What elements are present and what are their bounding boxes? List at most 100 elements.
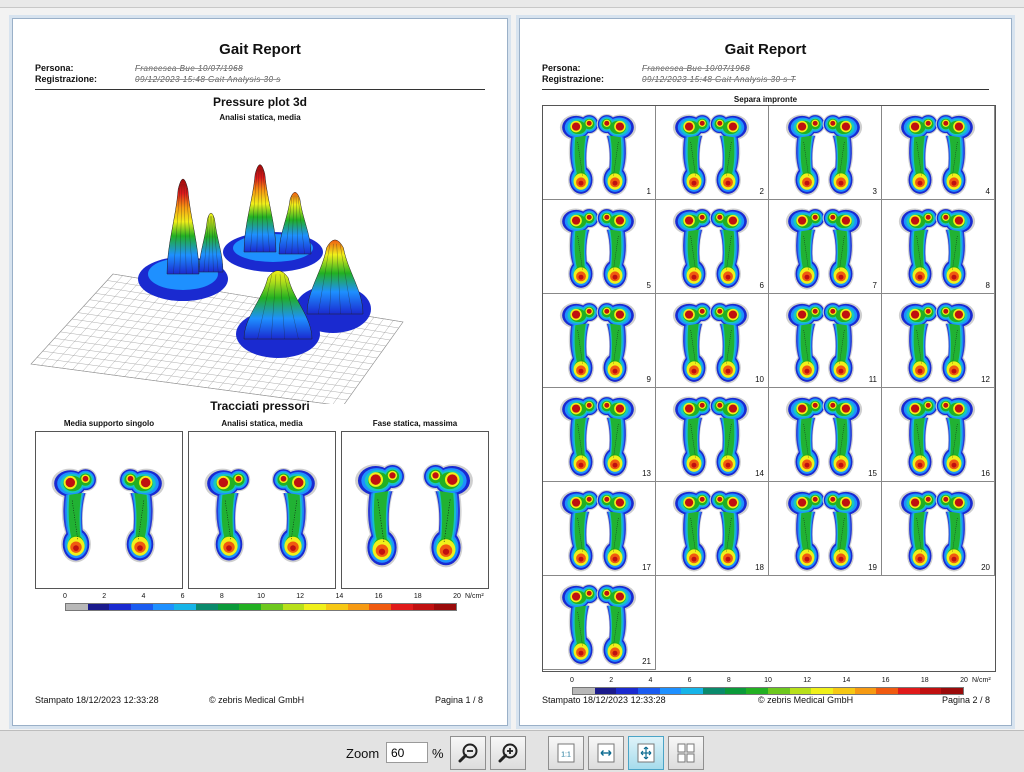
footprint-number: 2 xyxy=(759,187,764,196)
footprint-pair xyxy=(559,490,637,572)
foot-heatmap xyxy=(898,302,939,384)
foot-heatmap xyxy=(709,114,750,196)
foot-heatmap xyxy=(935,208,976,290)
scale-swatch xyxy=(196,604,218,610)
footprint-pair xyxy=(672,208,750,290)
foot-heatmap xyxy=(935,114,976,196)
scale-swatch xyxy=(109,604,132,610)
foot-heatmap xyxy=(785,208,826,290)
scale-swatch xyxy=(282,604,305,610)
report-page-1: Gait Report Persona: Francesca Bue 10/07/… xyxy=(12,18,508,726)
footprint-number: 11 xyxy=(868,375,877,384)
persona-label: Persona: xyxy=(35,63,74,73)
scale-swatch xyxy=(239,604,262,610)
scale-swatch xyxy=(369,604,392,610)
scale-swatch xyxy=(131,604,153,610)
zoom-in-button[interactable] xyxy=(490,736,526,770)
scale-tick-label: 2 xyxy=(102,593,107,600)
scale-tick-labels: 0 2 4 6 8 10 12 14 16 18 20 xyxy=(63,593,461,603)
scale-tick-label: 16 xyxy=(374,593,383,600)
separa-impronte-title: Separa impronte xyxy=(733,95,798,104)
scale-tick-label: 16 xyxy=(881,677,890,684)
zoom-label: Zoom xyxy=(346,746,380,761)
zoom-out-button[interactable] xyxy=(450,736,486,770)
foot-heatmap xyxy=(785,396,826,478)
scale-swatch xyxy=(811,688,834,694)
report-title: Gait Report xyxy=(219,41,301,58)
footprint-number: 1 xyxy=(646,187,651,196)
report-title: Gait Report xyxy=(724,41,807,58)
footprint-pair xyxy=(559,584,637,666)
scale-swatch xyxy=(391,604,413,610)
footprint-cell: 7 xyxy=(769,200,882,294)
scale-swatch xyxy=(152,604,175,610)
footprint-pair xyxy=(898,208,976,290)
fit-page-button[interactable] xyxy=(628,736,664,770)
footprint-cell: 5 xyxy=(543,200,656,294)
scale-tick-label: 4 xyxy=(141,593,146,600)
scale-tick-label: 6 xyxy=(687,677,692,684)
foot-heatmap xyxy=(709,208,750,290)
footprint-number: 19 xyxy=(868,563,877,572)
footprint-cell: 21 xyxy=(543,576,656,670)
foot-heatmap xyxy=(355,463,406,568)
foot-heatmap xyxy=(785,302,826,384)
scale-tick-label: 12 xyxy=(803,677,812,684)
scale-swatch xyxy=(789,688,812,694)
zoom-input[interactable] xyxy=(386,742,428,763)
scale-swatch xyxy=(746,688,769,694)
scale-tick-label: 18 xyxy=(413,593,422,600)
pressure-panel-2 xyxy=(188,431,336,589)
foot-heatmap xyxy=(822,490,863,572)
foot-heatmap xyxy=(822,302,863,384)
scale-swatch xyxy=(87,604,110,610)
footprint-number: 12 xyxy=(981,375,990,384)
footprint-pair xyxy=(672,114,750,196)
multi-page-button[interactable] xyxy=(668,736,704,770)
foot-heatmap xyxy=(822,208,863,290)
foot-heatmap xyxy=(822,114,863,196)
persona-row: Persona: Francesca Bue 10/07/1968 xyxy=(35,63,243,73)
scale-swatch xyxy=(854,688,877,694)
scale-swatch xyxy=(703,688,725,694)
plot3d-subtitle: Analisi statica, media xyxy=(219,113,301,122)
scale-swatch xyxy=(174,604,197,610)
report-page-2: Gait Report Persona: Francesca Bue 10/07/… xyxy=(519,18,1012,726)
registrazione-value: 09/12/2023 15:48 Gait Analysis 30 s T xyxy=(642,75,796,84)
document-viewer[interactable]: Gait Report Persona: Francesca Bue 10/07/… xyxy=(0,8,1024,730)
footprint-cell: 18 xyxy=(656,482,769,576)
registrazione-row: Registrazione: 09/12/2023 15:48 Gait Anal… xyxy=(35,74,281,84)
scale-swatch xyxy=(616,688,639,694)
foot-heatmap xyxy=(596,490,637,572)
footprint-cell: 14 xyxy=(656,388,769,482)
scale-unit-label: N/cm² xyxy=(972,677,991,684)
footer-company: © zebris Medical GmbH xyxy=(758,695,854,705)
scale-unit-label: N/cm² xyxy=(465,593,484,600)
scale-tick-label: 10 xyxy=(257,593,265,600)
foot-heatmap xyxy=(596,302,637,384)
footprint-grid: 1 2 3 4 5 6 7 8 9 10 11 12 13 14 15 16 17 18 19 20 21 xyxy=(542,105,996,672)
foot-heatmap xyxy=(271,467,318,563)
footprint-number: 10 xyxy=(755,375,764,384)
registrazione-label: Registrazione: xyxy=(35,74,98,84)
footprint-cell: 13 xyxy=(543,388,656,482)
foot-heatmap xyxy=(118,467,165,563)
foot-heatmap xyxy=(672,490,713,572)
foot-heatmap xyxy=(596,584,637,666)
footprint-number: 20 xyxy=(981,563,990,572)
foot-heatmap xyxy=(898,114,939,196)
footprint-cell: 6 xyxy=(656,200,769,294)
footprint-number: 21 xyxy=(642,657,651,666)
actual-size-button[interactable]: 1:1 xyxy=(548,736,584,770)
footprint-pair xyxy=(559,208,637,290)
registrazione-label: Registrazione: xyxy=(542,74,605,84)
foot-heatmap xyxy=(422,463,473,568)
footprint-cell: 4 xyxy=(882,106,995,200)
foot-heatmap xyxy=(709,396,750,478)
footprint-pair xyxy=(898,114,976,196)
scale-swatch xyxy=(659,688,682,694)
footprint-cell: 16 xyxy=(882,388,995,482)
fit-width-button[interactable] xyxy=(588,736,624,770)
foot-heatmap xyxy=(935,396,976,478)
foot-heatmap xyxy=(672,396,713,478)
